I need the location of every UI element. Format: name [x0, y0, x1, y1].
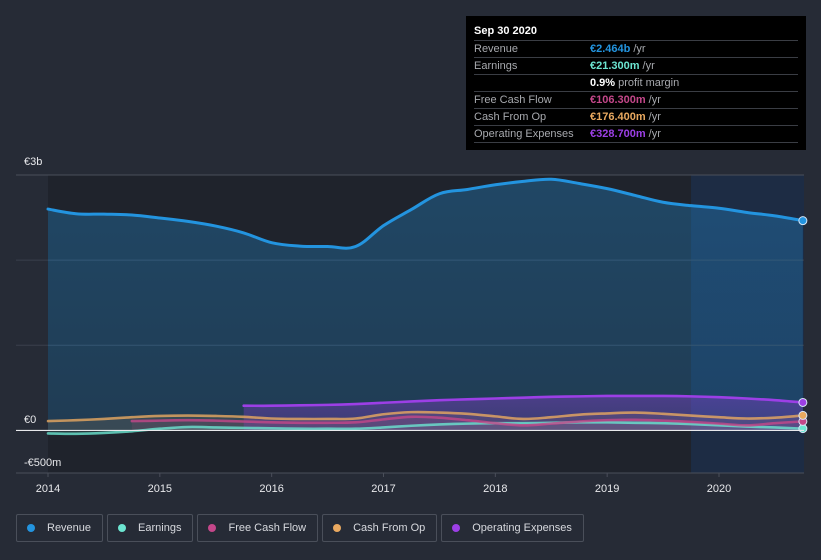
endpoint-operating-expenses[interactable] [798, 397, 808, 407]
tooltip-unit: /yr [633, 43, 646, 55]
x-tick-label: 2018 [483, 483, 507, 495]
legend-dot-icon [452, 524, 461, 532]
tooltip-label: Earnings [474, 60, 518, 72]
tooltip-value: €2.464b [590, 43, 631, 55]
x-tick-label: 2016 [259, 483, 283, 495]
tooltip-label: Free Cash Flow [474, 94, 552, 106]
legend-dot-icon [118, 524, 127, 532]
legend-label: Earnings [138, 522, 182, 534]
legend-item-cash-from-op[interactable]: Cash From Op [322, 514, 438, 542]
legend: Revenue Earnings Free Cash Flow Cash From O… [16, 514, 584, 542]
y-tick-label: €0 [24, 414, 36, 426]
endpoint-cash-from-op[interactable] [798, 410, 808, 420]
legend-label: Free Cash Flow [228, 522, 307, 534]
tooltip-row-operating-expenses: Operating Expenses €328.700m/yr [474, 126, 798, 143]
tooltip-value: €21.300m [590, 60, 640, 72]
tooltip-unit: /yr [648, 111, 661, 123]
endpoint-revenue[interactable] [798, 216, 808, 226]
tooltip-unit: /yr [648, 94, 661, 106]
x-tick-label: 2014 [36, 483, 60, 495]
legend-item-earnings[interactable]: Earnings [107, 514, 194, 542]
tooltip-value: €176.400m [590, 111, 646, 123]
legend-label: Cash From Op [353, 522, 426, 534]
tooltip-date: Sep 30 2020 [474, 24, 798, 41]
tooltip-row-earnings: Earnings €21.300m/yr [474, 58, 798, 75]
x-tick-label: 2015 [148, 483, 172, 495]
legend-dot-icon [27, 524, 35, 532]
legend-dot-icon [333, 524, 342, 532]
tooltip-row-cash-from-op: Cash From Op €176.400m/yr [474, 109, 798, 126]
tooltip-label: Revenue [474, 43, 519, 55]
tooltip-label: Operating Expenses [474, 128, 574, 140]
x-axis: 2014 2015 2016 2017 2018 2019 2020 [36, 473, 731, 495]
tooltip-value: 0.9% [590, 77, 616, 89]
tooltip-label [474, 75, 590, 91]
tooltip-row-free-cash-flow: Free Cash Flow €106.300m/yr [474, 92, 798, 109]
y-tick-label: €3b [24, 156, 42, 168]
tooltip: Sep 30 2020 Revenue €2.464b/yr Earnings €21… [466, 16, 806, 150]
tooltip-row-revenue: Revenue €2.464b/yr [474, 41, 798, 58]
legend-dot-icon [208, 524, 217, 532]
legend-item-operating-expenses[interactable]: Operating Expenses [441, 514, 584, 542]
legend-label: Revenue [47, 522, 92, 534]
y-tick-label: -€500m [24, 457, 61, 469]
legend-item-revenue[interactable]: Revenue [16, 514, 104, 542]
tooltip-unit: /yr [642, 60, 655, 72]
tooltip-unit: profit margin [618, 77, 680, 89]
x-tick-label: 2017 [371, 483, 395, 495]
tooltip-unit: /yr [648, 128, 661, 140]
legend-item-free-cash-flow[interactable]: Free Cash Flow [197, 514, 319, 542]
tooltip-value: €328.700m [590, 128, 646, 140]
tooltip-value: €106.300m [590, 94, 646, 106]
legend-label: Operating Expenses [472, 522, 572, 534]
x-tick-label: 2020 [707, 483, 731, 495]
tooltip-label: Cash From Op [474, 111, 547, 123]
tooltip-row-profit-margin: 0.9% profit margin [474, 75, 798, 92]
x-tick-label: 2019 [595, 483, 619, 495]
